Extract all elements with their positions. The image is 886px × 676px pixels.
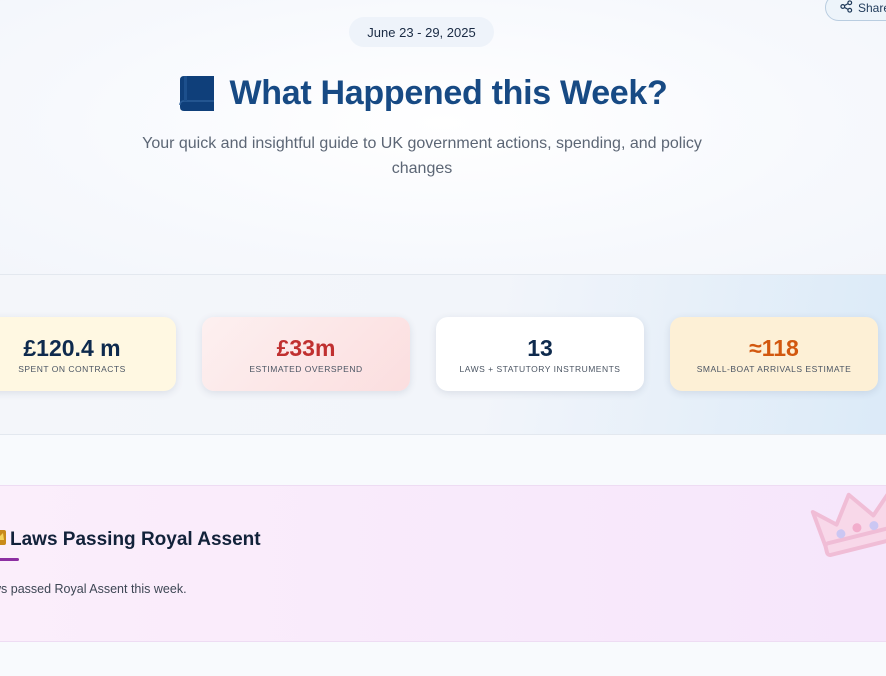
- stat-card-small-boats: ≈118 SMALL-BOAT ARRIVALS ESTIMATE: [670, 317, 878, 391]
- stat-label: SPENT ON CONTRACTS: [18, 363, 126, 374]
- stat-label: SMALL-BOAT ARRIVALS ESTIMATE: [696, 363, 852, 374]
- date-range-badge: June 23 - 29, 2025: [349, 17, 494, 47]
- crown-emoji-icon: [0, 528, 6, 552]
- stat-value: £120.4 m: [23, 334, 121, 361]
- stat-card-laws: 13 LAWS + STATUTORY INSTRUMENTS: [436, 317, 644, 391]
- stat-value: ≈118: [749, 334, 799, 361]
- stat-value: £33m: [276, 334, 336, 361]
- hero-section: Share June 23 - 29, 2025 What Happened t…: [0, 0, 886, 274]
- stat-card-contracts: £120.4 m SPENT ON CONTRACTS: [0, 317, 176, 391]
- page-title: What Happened this Week?: [229, 74, 668, 112]
- section-heading: Laws Passing Royal Assent: [0, 528, 261, 552]
- stat-card-overspend: £33m ESTIMATED OVERSPEND: [202, 317, 410, 391]
- book-icon: [178, 74, 217, 113]
- share-icon: [840, 0, 853, 16]
- crown-icon: [810, 486, 886, 560]
- share-label: Share: [858, 0, 886, 15]
- section-heading-text: Laws Passing Royal Assent: [10, 529, 261, 550]
- stat-label: LAWS + STATUTORY INSTRUMENTS: [459, 363, 621, 374]
- section-description: ws passed Royal Assent this week.: [0, 582, 187, 596]
- heading-underline: [0, 558, 19, 561]
- royal-assent-section: Laws Passing Royal Assent ws passed Roya…: [0, 485, 886, 642]
- stat-label: ESTIMATED OVERSPEND: [249, 363, 363, 374]
- share-button[interactable]: Share: [825, 0, 886, 21]
- title-row: What Happened this Week?: [0, 74, 846, 113]
- page-subtitle: Your quick and insightful guide to UK go…: [142, 135, 702, 177]
- stats-section: £120.4 m SPENT ON CONTRACTS £33m ESTIMAT…: [0, 274, 886, 435]
- stat-value: 13: [527, 334, 553, 361]
